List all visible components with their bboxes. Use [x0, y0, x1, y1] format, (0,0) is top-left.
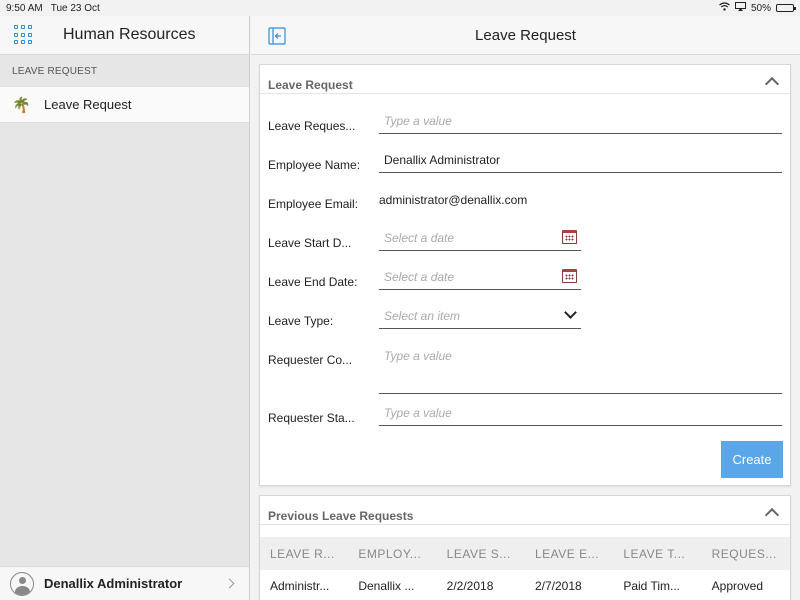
screen-mirroring-icon	[734, 2, 746, 14]
status-bar: 9:50 AM Tue 23 Oct 50%	[0, 0, 800, 16]
column-header[interactable]: LEAVE S...	[437, 547, 525, 561]
collapse-panel-icon[interactable]	[268, 27, 286, 45]
sidebar-section-label: LEAVE REQUEST	[12, 66, 98, 77]
employee-name-label: Employee Name:	[268, 158, 361, 172]
previous-title: Previous Leave Requests	[268, 509, 414, 523]
column-header[interactable]: REQUES...	[702, 547, 790, 561]
previous-header: Previous Leave Requests	[260, 496, 790, 525]
table-cell: Denallix ...	[358, 579, 415, 593]
previous-leave-requests: Previous Leave Requests LEAVE R... EMPLO…	[259, 495, 791, 600]
sidebar-item-label: Leave Request	[44, 97, 132, 112]
leave-end-date-picker[interactable]: Select a date	[379, 266, 581, 290]
employee-email-label: Employee Email:	[268, 197, 359, 211]
chevron-up-icon[interactable]	[764, 507, 780, 523]
leave-start-placeholder: Select a date	[384, 231, 455, 245]
leave-request-input[interactable]	[379, 110, 782, 132]
sidebar: Human Resources LEAVE REQUEST 🌴 Leave Re…	[0, 16, 250, 600]
leave-request-form: Leave Request Leave Reques... Employee N…	[259, 64, 791, 486]
requester-comments-field	[379, 343, 782, 394]
chevron-right-icon	[224, 578, 235, 589]
table-row[interactable]: Administr... Denallix ... 2/2/2018 2/7/2…	[260, 570, 790, 600]
leave-request-field	[379, 110, 782, 134]
table-cell: 2/2/2018	[446, 579, 494, 593]
column-header[interactable]: LEAVE E...	[525, 547, 613, 561]
table-cell: Approved	[711, 579, 764, 593]
calendar-icon[interactable]	[562, 269, 577, 283]
create-button[interactable]: Create	[721, 441, 783, 478]
apps-grid-icon[interactable]	[14, 25, 34, 45]
leave-type-label: Leave Type:	[268, 314, 334, 328]
status-date: Tue 23 Oct	[50, 2, 100, 14]
app-title: Human Resources	[63, 26, 196, 43]
sidebar-header: Human Resources	[0, 16, 249, 55]
requester-comments-label: Requester Co...	[268, 353, 353, 367]
main-header: Leave Request	[251, 16, 800, 55]
requester-status-field	[379, 402, 782, 426]
requester-status-label: Requester Sta...	[268, 411, 355, 425]
requester-status-input[interactable]	[379, 402, 782, 424]
avatar-icon	[10, 571, 34, 596]
employee-email-value: administrator@denallix.com	[379, 193, 528, 207]
leave-request-label: Leave Reques...	[268, 119, 356, 133]
sidebar-item-leave-request[interactable]: 🌴 Leave Request	[0, 86, 249, 123]
battery-icon	[776, 4, 796, 12]
battery-percent: 50%	[750, 2, 771, 14]
table-cell: Paid Tim...	[623, 579, 680, 593]
column-header[interactable]: LEAVE R...	[260, 547, 348, 561]
form-header: Leave Request	[260, 65, 790, 94]
leave-start-label: Leave Start D...	[268, 236, 352, 250]
table-header: LEAVE R... EMPLOY... LEAVE S... LEAVE E.…	[260, 537, 790, 570]
user-profile-button[interactable]: Denallix Administrator	[0, 566, 249, 600]
previous-requests-table: LEAVE R... EMPLOY... LEAVE S... LEAVE E.…	[260, 537, 790, 600]
status-time: 9:50 AM	[6, 2, 43, 14]
palm-tree-icon: 🌴	[12, 96, 31, 114]
leave-end-label: Leave End Date:	[268, 275, 358, 289]
column-header[interactable]: EMPLOY...	[348, 547, 436, 561]
leave-start-date-picker[interactable]: Select a date	[379, 227, 581, 251]
page-title: Leave Request	[475, 26, 576, 44]
wifi-icon	[719, 2, 730, 14]
leave-end-placeholder: Select a date	[384, 270, 455, 284]
table-cell: Administr...	[270, 579, 330, 593]
chevron-up-icon[interactable]	[764, 76, 780, 92]
form-title: Leave Request	[268, 78, 353, 92]
leave-type-select[interactable]: Select an item	[379, 305, 581, 329]
column-header[interactable]: LEAVE T...	[613, 547, 701, 561]
leave-type-placeholder: Select an item	[384, 309, 461, 323]
calendar-icon[interactable]	[562, 230, 577, 244]
user-name: Denallix Administrator	[44, 576, 183, 591]
employee-name-input[interactable]	[379, 149, 782, 171]
table-cell: 2/7/2018	[534, 579, 582, 593]
requester-comments-input[interactable]	[379, 343, 782, 393]
employee-name-field	[379, 149, 782, 173]
